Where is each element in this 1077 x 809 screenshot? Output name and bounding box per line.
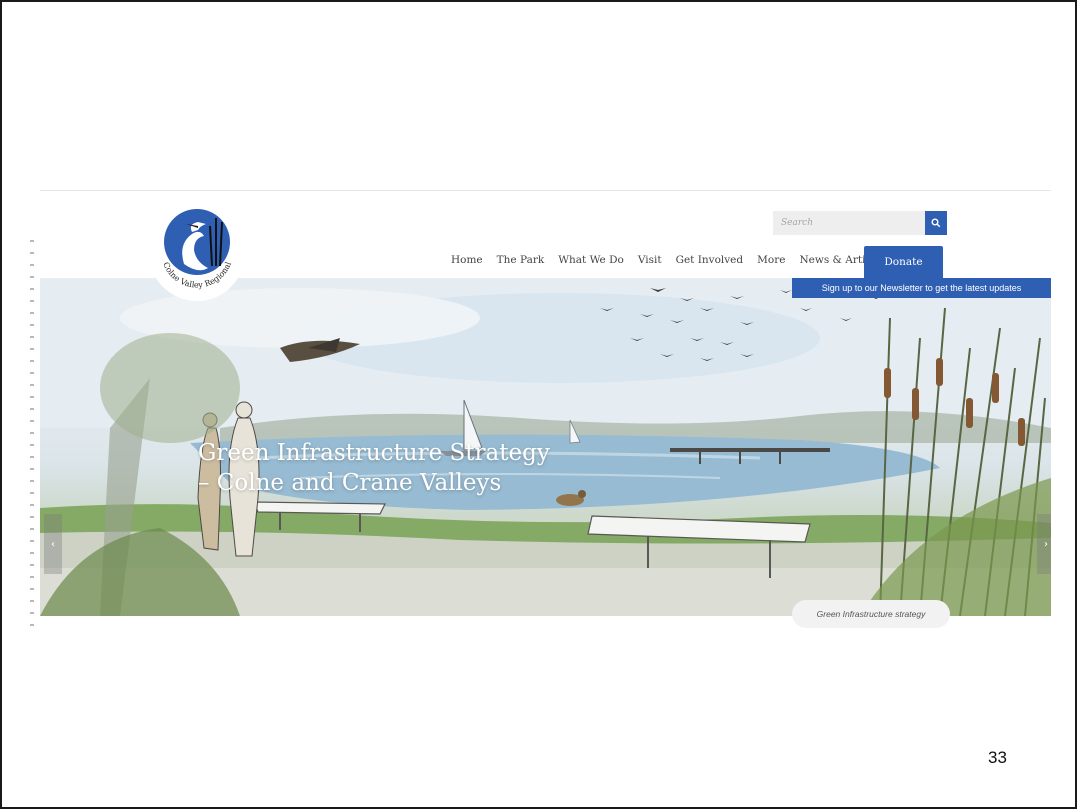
- nav-home[interactable]: Home: [444, 254, 490, 266]
- search-button[interactable]: [925, 211, 947, 235]
- screenshot-top-border: [40, 190, 1051, 191]
- slide-page-number: 33: [988, 748, 1007, 767]
- slide-caption: Green Infrastructure strategy: [792, 600, 950, 628]
- slider-next-button[interactable]: ›: [1037, 514, 1051, 574]
- hero-title-line2: – Colne and Crane Valleys: [198, 470, 502, 496]
- donate-button[interactable]: Donate: [864, 246, 943, 278]
- nav-visit[interactable]: Visit: [631, 254, 669, 266]
- website-screenshot: Home The Park What We Do Visit Get Invol…: [36, 190, 1051, 638]
- hero-title-line1: Green Infrastructure Strategy: [198, 440, 550, 466]
- nav-the-park[interactable]: The Park: [490, 254, 552, 266]
- newsletter-signup-link[interactable]: Sign up to our Newsletter to get the lat…: [792, 278, 1051, 298]
- main-nav: Home The Park What We Do Visit Get Invol…: [444, 254, 893, 266]
- hero-slider: Green Infrastructure Strategy – Colne an…: [40, 278, 1051, 616]
- slider-prev-button[interactable]: ‹: [44, 514, 62, 574]
- gutter-artifact: [30, 240, 34, 630]
- nav-what-we-do[interactable]: What We Do: [551, 254, 631, 266]
- heron-logo-icon[interactable]: Colne Valley Regional Park: [148, 204, 246, 302]
- chevron-right-icon: ›: [1044, 538, 1048, 550]
- search-icon: [931, 218, 941, 228]
- nav-more[interactable]: More: [750, 254, 792, 266]
- hero-title: Green Infrastructure Strategy – Colne an…: [198, 438, 618, 498]
- search-input[interactable]: [773, 211, 925, 235]
- chevron-left-icon: ‹: [51, 538, 55, 550]
- nav-get-involved[interactable]: Get Involved: [669, 254, 751, 266]
